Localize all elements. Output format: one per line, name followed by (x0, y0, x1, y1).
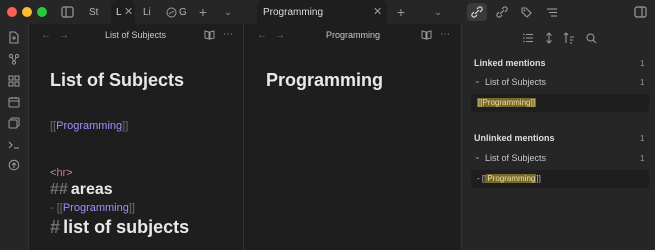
close-tab-icon[interactable]: ✕ (373, 5, 382, 18)
linked-file-count: 1 (640, 78, 645, 87)
programming-link-line: [[Programming]] (50, 120, 129, 132)
tab-list-chevron-icon[interactable]: ⌄ (222, 5, 234, 19)
hr-tag-line: <hr> (50, 167, 73, 179)
page-title: List of Subjects (50, 70, 185, 90)
chevron-down-icon[interactable]: ⌄ (474, 76, 481, 85)
sidebar-toggle-icon[interactable] (61, 5, 74, 18)
tab-programming[interactable]: Programming ✕ (257, 0, 387, 24)
outline-icon[interactable] (543, 3, 561, 21)
unlinked-mentions-header[interactable]: Unlinked mentions (474, 133, 555, 143)
forward-arrow-icon[interactable]: → (275, 29, 285, 41)
close-tab-icon[interactable]: ✕ (124, 5, 133, 18)
tab-list-chevron-icon[interactable]: ⌄ (432, 5, 444, 19)
new-tab-button[interactable]: + (196, 2, 210, 22)
graph-view-icon[interactable] (7, 52, 21, 66)
page-title: Programming (266, 70, 384, 90)
title-bar: St L ✕ Li G + ⌄ Programming ✕ + ⌄ (0, 0, 655, 24)
back-arrow-icon[interactable]: ← (41, 29, 51, 41)
graph-icon (166, 7, 177, 17)
more-options-icon[interactable]: ⋯ (222, 28, 234, 40)
tab-2[interactable]: L ✕ (111, 0, 135, 24)
maximize-window-button[interactable] (37, 7, 47, 17)
view-header: ← → List of Subjects ⋯ (29, 24, 243, 46)
chevron-down-icon[interactable]: ⌄ (474, 152, 481, 161)
unlinked-file-name[interactable]: List of Subjects (485, 153, 546, 163)
collapse-results-icon[interactable] (522, 32, 534, 44)
right-sidebar-toggle-icon[interactable] (634, 5, 647, 18)
sort-icon[interactable] (563, 31, 575, 45)
editor-pane-left: ← → List of Subjects ⋯ List of Subjects … (29, 24, 244, 250)
canvas-icon[interactable] (7, 74, 21, 88)
linked-file-name[interactable]: List of Subjects (485, 77, 546, 87)
unlinked-mention-snippet[interactable]: - [[Programming]] (471, 170, 649, 188)
subjects-heading: # list of subjects (50, 217, 190, 237)
view-header: ← → Programming ⋯ (245, 24, 461, 46)
publish-icon[interactable] (7, 158, 21, 172)
back-arrow-icon[interactable]: ← (257, 29, 267, 41)
new-tab-button[interactable]: + (394, 2, 408, 22)
internal-link[interactable]: Programming (56, 120, 122, 132)
copy-icon[interactable] (7, 116, 21, 130)
backlinks-panel: Linked mentions 1 ⌄ List of Subjects 1 [… (462, 24, 655, 250)
editor-pane-middle: ← → Programming ⋯ Programming (245, 24, 462, 250)
more-options-icon[interactable]: ⋯ (439, 28, 451, 40)
reading-view-icon[interactable] (420, 29, 432, 41)
minimize-window-button[interactable] (22, 7, 32, 17)
tab-label: Programming (263, 6, 324, 18)
view-header-title[interactable]: Programming (326, 30, 380, 40)
search-icon[interactable] (585, 32, 597, 44)
ribbon (0, 24, 29, 250)
tab-label: St (89, 6, 99, 18)
internal-link[interactable]: Programming (63, 202, 129, 214)
linked-mentions-count: 1 (640, 59, 645, 68)
calendar-icon[interactable] (7, 95, 21, 109)
unlinked-file-count: 1 (640, 154, 645, 163)
file-explorer-icon[interactable] (7, 30, 21, 44)
areas-list-item: - [[Programming]] (50, 202, 135, 214)
backlinks-icon[interactable] (467, 3, 487, 21)
outgoing-links-icon[interactable] (493, 3, 511, 21)
forward-arrow-icon[interactable]: → (59, 29, 69, 41)
unlinked-mentions-count: 1 (640, 134, 645, 143)
command-palette-icon[interactable] (7, 138, 21, 152)
view-header-title[interactable]: List of Subjects (105, 30, 166, 40)
tags-icon[interactable] (518, 3, 536, 21)
show-more-context-icon[interactable] (543, 31, 555, 45)
tab-3[interactable]: Li (140, 0, 162, 24)
linked-mention-snippet[interactable]: [[Programming]] (471, 94, 649, 112)
close-window-button[interactable] (7, 7, 17, 17)
tab-label: Li (143, 6, 151, 18)
areas-heading: ## areas (50, 181, 113, 198)
tab-4[interactable]: G (166, 0, 192, 24)
tab-label: G (179, 6, 187, 18)
linked-mentions-header[interactable]: Linked mentions (474, 58, 546, 68)
reading-view-icon[interactable] (203, 29, 215, 41)
tab-1[interactable]: St (89, 0, 111, 24)
tab-label: L (116, 6, 122, 18)
